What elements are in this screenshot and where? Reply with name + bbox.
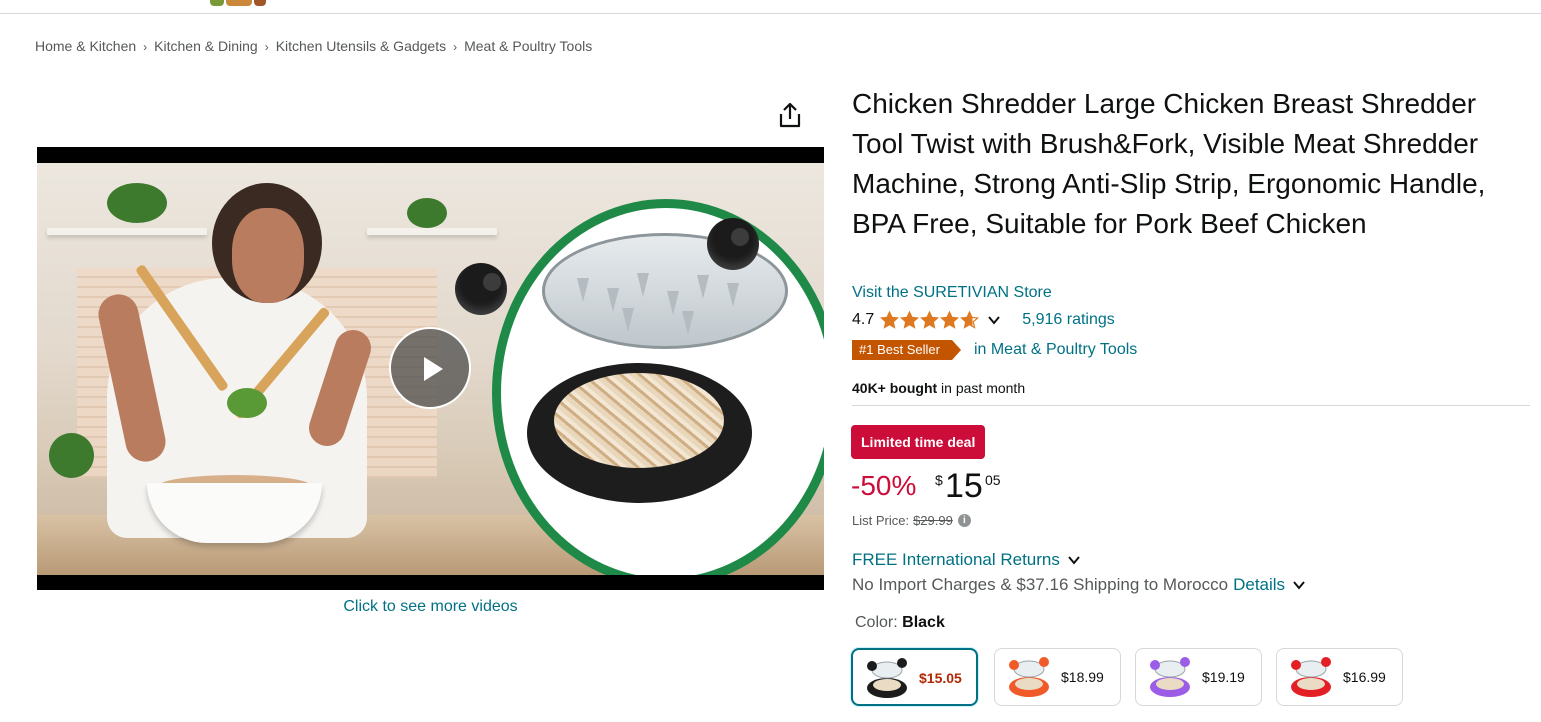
product-video-player[interactable] — [37, 147, 824, 590]
swatch-price: $18.99 — [1061, 669, 1104, 685]
discount-percent: -50% — [851, 470, 917, 501]
swatch-image — [1146, 655, 1194, 699]
best-seller-category-link[interactable]: in Meat & Poultry Tools — [974, 341, 1137, 359]
breadcrumb-item-kitchen-dining[interactable]: Kitchen & Dining — [154, 38, 258, 54]
swatch-image — [863, 656, 911, 700]
more-videos-link[interactable]: Click to see more videos — [37, 598, 824, 616]
shipping-info: No Import Charges & $37.16 Shipping to M… — [852, 575, 1307, 595]
play-icon[interactable] — [389, 327, 471, 409]
breadcrumb-separator: › — [143, 40, 148, 54]
best-seller-badge[interactable]: #1 Best Seller — [852, 340, 961, 360]
shipping-details-link[interactable]: Details — [1233, 575, 1285, 595]
price-fraction: 05 — [985, 472, 1001, 488]
limited-time-deal-badge: Limited time deal — [851, 425, 986, 459]
share-icon[interactable] — [777, 101, 803, 129]
swatch-price: $19.19 — [1202, 669, 1245, 685]
color-swatch-black[interactable]: $15.05 — [851, 648, 978, 706]
selected-color: Black — [902, 614, 945, 631]
divider — [852, 405, 1530, 406]
breadcrumb: Home & Kitchen › Kitchen & Dining › Kitchen … — [35, 38, 592, 54]
list-price-value: $29.99 — [913, 513, 953, 528]
swatch-price: $15.05 — [919, 670, 962, 686]
breadcrumb-item-meat-poultry-tools[interactable]: Meat & Poultry Tools — [464, 38, 592, 54]
list-price: List Price: $29.99 i — [852, 513, 971, 528]
star-icon — [940, 311, 960, 329]
free-returns-label: FREE International Returns — [852, 550, 1060, 569]
price-whole: 15 — [945, 467, 983, 505]
breadcrumb-item-home-kitchen[interactable]: Home & Kitchen — [35, 38, 136, 54]
list-price-label: List Price: — [852, 513, 910, 528]
best-seller-row: #1 Best Seller in Meat & Poultry Tools — [852, 339, 1137, 361]
free-returns-link[interactable]: FREE International Returns — [852, 550, 1082, 570]
color-swatch-orange[interactable]: $18.99 — [994, 648, 1121, 706]
star-icon — [920, 311, 940, 329]
bought-count-rest: in past month — [937, 380, 1026, 396]
chevron-down-icon[interactable] — [1291, 577, 1307, 593]
breadcrumb-separator: › — [264, 40, 269, 54]
swatch-price: $16.99 — [1343, 669, 1386, 685]
bought-count: 40K+ bought in past month — [852, 380, 1025, 396]
info-icon[interactable]: i — [957, 514, 971, 527]
breadcrumb-separator: › — [453, 40, 458, 54]
product-title: Chicken Shredder Large Chicken Breast Sh… — [852, 88, 1486, 239]
swatch-image — [1005, 655, 1053, 699]
rating-summary: 4.7 5,916 ratings — [852, 309, 1115, 331]
star-icon — [880, 311, 900, 329]
rating-value: 4.7 — [852, 311, 875, 328]
color-swatch-red[interactable]: $16.99 — [1276, 648, 1403, 706]
color-label-text: Color: — [855, 614, 898, 631]
color-label: Color: Black — [855, 614, 945, 632]
color-swatch-purple[interactable]: $19.19 — [1135, 648, 1262, 706]
star-rating[interactable] — [880, 311, 980, 329]
shipping-text: No Import Charges & $37.16 Shipping to M… — [852, 575, 1229, 594]
star-icon — [960, 311, 980, 329]
chevron-down-icon[interactable] — [1066, 552, 1082, 568]
star-icon — [900, 311, 920, 329]
swatch-image — [1287, 655, 1335, 699]
top-header-strip — [0, 0, 1541, 14]
ratings-count-link[interactable]: 5,916 ratings — [1022, 311, 1115, 329]
breadcrumb-item-utensils-gadgets[interactable]: Kitchen Utensils & Gadgets — [276, 38, 446, 54]
logo-fragment[interactable] — [210, 0, 276, 8]
chevron-down-icon[interactable] — [986, 312, 1002, 328]
bought-count-bold: 40K+ bought — [852, 380, 938, 396]
store-link[interactable]: Visit the SURETIVIAN Store — [852, 284, 1052, 302]
price-currency: $ — [935, 472, 943, 488]
